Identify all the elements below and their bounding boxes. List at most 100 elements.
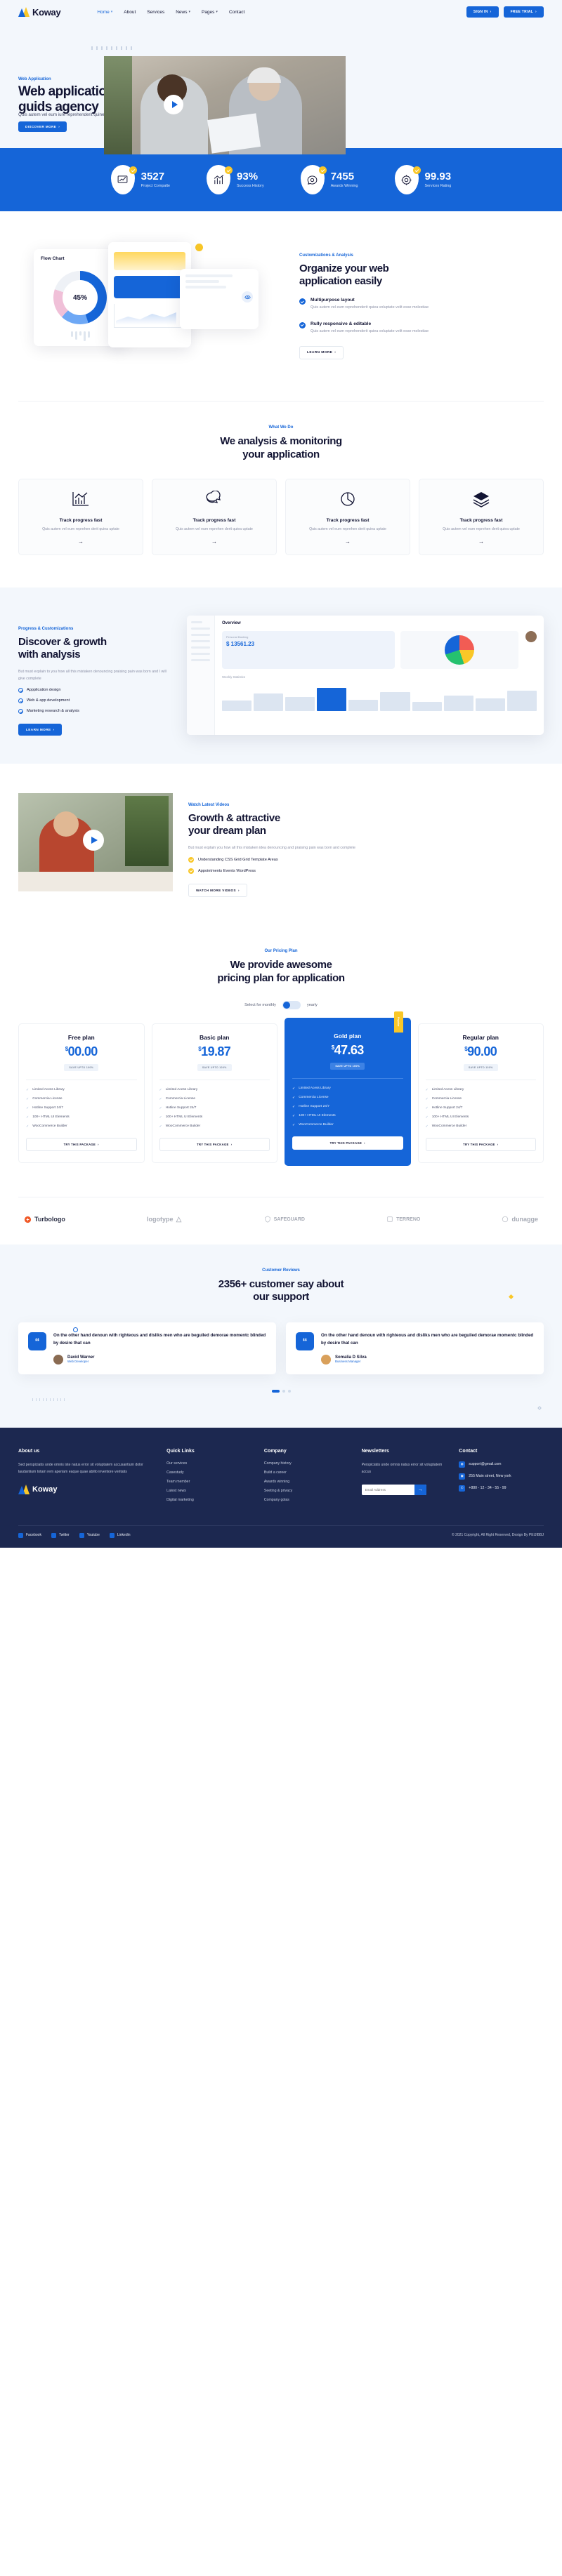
- chevron-right-icon: ›: [334, 351, 336, 355]
- free-trial-button[interactable]: FREE TRIAL ›: [503, 6, 544, 18]
- discover-more-button[interactable]: DISCOVER MORE ›: [18, 121, 67, 132]
- nav-item-pages[interactable]: Pages ▾: [202, 10, 218, 15]
- feature-label: Limited Acess Library: [431, 1088, 464, 1092]
- plan-cta-label: TRY THIS PACKAGE: [463, 1142, 495, 1146]
- footer-link[interactable]: Our services: [166, 1461, 251, 1466]
- map-pin-icon: ◉: [459, 1461, 466, 1468]
- plan-feature: ✓ WooCommerce Builder: [426, 1124, 537, 1129]
- check-icon: ✓: [26, 1106, 30, 1110]
- video-play-button[interactable]: [83, 829, 104, 851]
- billing-period-toggle[interactable]: [282, 1000, 301, 1009]
- social-youtube[interactable]: Youtube: [79, 1532, 100, 1538]
- feature-label: Limited Acess Library: [165, 1088, 198, 1092]
- contact-address: ▣ 255 Main street, New york: [459, 1473, 544, 1480]
- footer-link[interactable]: Build a career: [264, 1470, 349, 1475]
- organize-title: Organize your web application easily: [299, 263, 544, 288]
- analysis-card[interactable]: Track progress fast Quis autem vel eum r…: [18, 478, 143, 555]
- analysis-card[interactable]: Track progress fast Quis autem vel eum r…: [152, 478, 277, 555]
- email-input[interactable]: [361, 1484, 414, 1495]
- discover-check-item: Marketing research & analysis: [18, 708, 173, 714]
- card-title: Track progress fast: [192, 517, 236, 523]
- footer-link[interactable]: Casestudy: [166, 1470, 251, 1475]
- footer-link[interactable]: Latest news: [166, 1489, 251, 1493]
- discover-section: Progress & Customizations Discover & gro…: [0, 587, 562, 764]
- hero-play-button[interactable]: [164, 95, 183, 114]
- analysis-title: We analysis & monitoring your applicatio…: [18, 435, 544, 462]
- check-icon: ✓: [159, 1096, 162, 1101]
- contact-email[interactable]: ◉ support@gmail.com: [459, 1461, 544, 1468]
- gear-chat-icon: [300, 165, 327, 194]
- nav-label: Pages: [201, 9, 215, 15]
- check-circle-icon: [299, 298, 306, 305]
- analysis-card[interactable]: Track progress fast Quis autem vel eum r…: [419, 478, 544, 555]
- testimonial-cards: “ On the other hand denoun with righteou…: [18, 1322, 544, 1374]
- hero-eyebrow: Web Application: [18, 77, 51, 81]
- plan-cta-label: TRY THIS PACKAGE: [63, 1142, 96, 1146]
- social-facebook[interactable]: Facebook: [18, 1532, 41, 1538]
- nav-item-news[interactable]: News ▾: [176, 10, 190, 15]
- watch-more-videos-button[interactable]: WATCH MORE VIDEOS ›: [188, 884, 247, 898]
- organize-learn-more-button[interactable]: LEARN MORE ›: [299, 346, 344, 360]
- brand-logo[interactable]: Koway: [18, 7, 61, 18]
- arrow-right-icon[interactable]: →: [426, 538, 536, 545]
- plan-cta-button[interactable]: TRY THIS PACKAGE ›: [425, 1137, 536, 1151]
- card-title: Track progress fast: [59, 517, 103, 523]
- plan-feature: ✓ Hotline Support 24/7: [26, 1106, 137, 1110]
- sign-in-button[interactable]: SIGN IN ›: [466, 6, 499, 18]
- footer-link[interactable]: Digital marketing: [166, 1498, 251, 1502]
- discover-learn-more-button[interactable]: LEARN MORE ›: [18, 723, 63, 736]
- social-twitter[interactable]: Twitter: [51, 1532, 70, 1538]
- plan-feature: ✓ 100+ HTML UI Elements: [159, 1115, 270, 1120]
- plan-save-badge: SAVE UPTO 100%: [330, 1062, 365, 1070]
- video-thumbnail[interactable]: [18, 792, 173, 891]
- partner-logo-turbologo: Turbologo: [24, 1216, 65, 1223]
- arrow-right-icon[interactable]: →: [293, 538, 403, 545]
- pricing-card-free: Free plan $00.00 SAVE UPTO 100% ✓ Limited…: [18, 1023, 145, 1163]
- social-linkedin[interactable]: Linkedin: [109, 1532, 131, 1538]
- footer-logo[interactable]: Koway: [18, 1484, 154, 1494]
- carousel-dot-active[interactable]: [271, 1389, 280, 1393]
- carousel-dot[interactable]: [287, 1389, 291, 1393]
- footer-link[interactable]: Company history: [264, 1461, 349, 1466]
- footer-link[interactable]: Seeting & privacy: [264, 1489, 349, 1493]
- plan-cta-button[interactable]: TRY THIS PACKAGE ›: [26, 1137, 137, 1151]
- popular-ribbon: Popular: [393, 1011, 403, 1033]
- check-label: Appplication design: [27, 688, 61, 693]
- plan-price: $19.87: [159, 1044, 270, 1059]
- card-desc: Quis autem vel eum reprehen derit quiea …: [176, 526, 253, 531]
- feature-label: Commercia License: [165, 1097, 196, 1101]
- footer-link[interactable]: Awards winning: [264, 1480, 349, 1484]
- chevron-down-icon: ▾: [188, 10, 190, 14]
- nav-item-home[interactable]: Home ▾: [97, 10, 112, 15]
- partner-name: logotype: [146, 1216, 174, 1223]
- nav-item-contact[interactable]: Contact: [229, 10, 244, 15]
- dashboard-mockup: Overview Personal Banking $ 13561.23 Wee…: [187, 615, 544, 735]
- check-badge-icon: [225, 166, 233, 174]
- check-icon: ✓: [292, 1113, 296, 1118]
- turbologo-icon: [24, 1216, 32, 1223]
- arrow-right-icon[interactable]: →: [26, 538, 136, 545]
- footer-link[interactable]: Team member: [166, 1480, 251, 1484]
- analysis-card[interactable]: Track progress fast Quis autem vel eum r…: [285, 478, 410, 555]
- learn-more-label: LEARN MORE: [307, 351, 333, 355]
- feature-label: Commercia License: [299, 1096, 329, 1100]
- plan-feature: ✓ WooCommerce Builder: [159, 1124, 270, 1129]
- social-label: Linkedin: [117, 1533, 131, 1538]
- plan-cta-button[interactable]: TRY THIS PACKAGE ›: [159, 1137, 270, 1151]
- plan-name: Gold plan: [334, 1032, 362, 1040]
- social-label: Facebook: [26, 1533, 41, 1538]
- nav-item-services[interactable]: Services: [147, 10, 164, 15]
- plan-cta-button[interactable]: TRY THIS PACKAGE ›: [292, 1136, 403, 1150]
- copyright-text: © 2021 Copyright, All Right Reserved, De…: [452, 1533, 544, 1538]
- chevron-down-icon: ▾: [216, 10, 218, 14]
- newsletter-submit-button[interactable]: →: [414, 1484, 426, 1495]
- carousel-dots[interactable]: [18, 1389, 544, 1393]
- pricing-card-gold: Popular Gold plan $47.63 SAVE UPTO 100% …: [285, 1011, 411, 1166]
- carousel-dot[interactable]: [282, 1389, 285, 1393]
- hero-section: Web Application Web application guids ag…: [0, 24, 562, 154]
- arrow-right-icon[interactable]: →: [159, 538, 269, 545]
- nav-item-about[interactable]: About: [124, 10, 136, 15]
- footer-link[interactable]: Company golas: [264, 1498, 349, 1502]
- contact-phone[interactable]: ✆ +880 - 12 - 34 - 55 - 99: [459, 1485, 544, 1492]
- partner-logos: Turbologo logotype SAFEGUARD TERRENO dun…: [0, 1197, 562, 1244]
